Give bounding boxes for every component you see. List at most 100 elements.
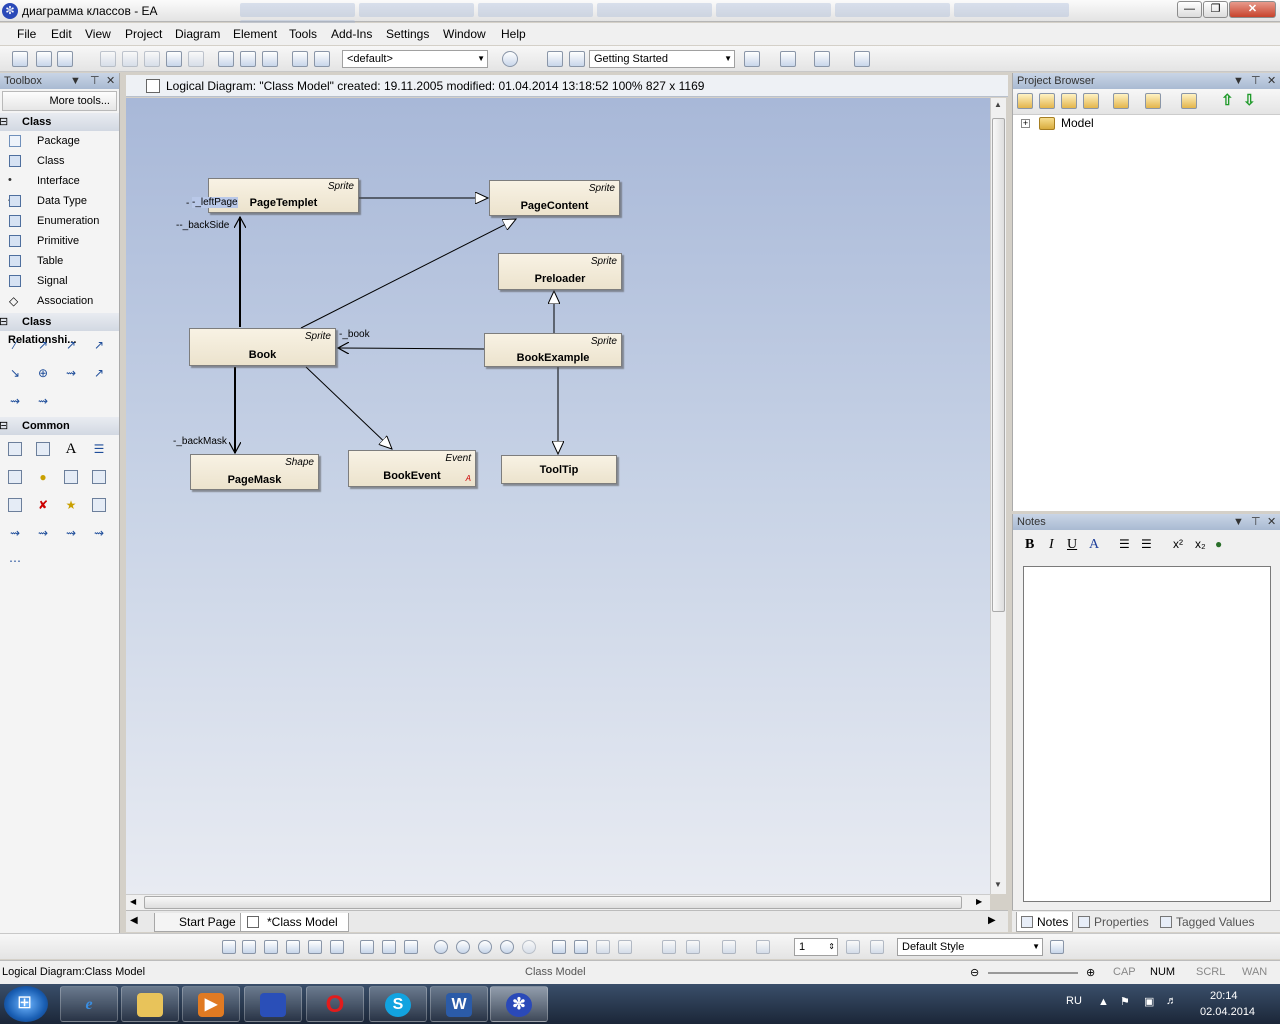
paste-icon[interactable] [144,51,160,67]
superscript-icon[interactable]: x² [1173,537,1183,551]
home-icon[interactable] [404,940,418,954]
information-flow-icon[interactable]: ⇝ [64,526,78,540]
start-button[interactable] [4,986,48,1022]
realize-icon[interactable]: ↘ [8,366,22,380]
document-artifact-icon[interactable] [64,470,78,484]
menu-element[interactable]: Element [233,27,277,41]
taskbar-save-app[interactable] [244,986,302,1022]
zoom-fit-icon[interactable] [478,940,492,954]
pin-icon[interactable]: ⊤ [90,73,100,89]
pin-icon[interactable]: ⊤ [1251,514,1261,530]
toolbox-package[interactable]: Package [0,131,119,151]
tab-tagged-values[interactable]: Tagged Values [1156,912,1255,932]
layout-diagram-icon[interactable] [552,940,566,954]
class-book-event[interactable]: Event BookEvent A [348,450,476,487]
forward-icon[interactable] [382,940,396,954]
diagram-frame-icon[interactable] [8,470,22,484]
redo-icon[interactable] [188,51,204,67]
same-height-icon[interactable] [330,940,344,954]
zoom-100-icon[interactable] [500,940,514,954]
align-left-icon[interactable] [222,940,236,954]
menu-diagram[interactable]: Diagram [175,27,220,41]
constraint-icon[interactable] [36,442,50,456]
menu-help[interactable]: Help [501,27,526,41]
zoom-in-icon[interactable] [434,940,448,954]
volume-icon[interactable]: ♬ [1166,995,1177,1007]
find-in-model-icon[interactable] [1113,93,1129,109]
new-model-icon[interactable] [1017,93,1033,109]
open-project-icon[interactable] [36,51,52,67]
clock-time[interactable]: 20:14 [1210,990,1238,1002]
network-icon[interactable]: ▣ [1144,995,1154,1008]
line-width-spinner[interactable]: 1 ⇕ [794,938,838,956]
hyperlink-icon[interactable]: ● [36,470,50,484]
zoom-in-icon[interactable]: ⊕ [1086,966,1095,979]
class-book-example[interactable]: Sprite BookExample [484,333,622,367]
toolbox-primitive[interactable]: Primitive [0,231,119,251]
relationships-section-header[interactable]: Class Relationshi... [0,313,119,346]
zoom-slider[interactable] [988,972,1078,974]
menu-edit[interactable]: Edit [51,27,72,41]
panel-icon[interactable] [854,51,870,67]
page-icon[interactable] [780,51,796,67]
tab-properties[interactable]: Properties [1074,912,1149,932]
taskbar-internet-explorer[interactable]: e [60,986,118,1022]
menu-view[interactable]: View [85,27,111,41]
association-line-icon[interactable]: ⁄ [8,338,22,352]
close-icon[interactable]: ✕ [1267,73,1276,89]
list-icon[interactable]: ☰ [92,442,106,456]
taskbar-enterprise-architect[interactable]: ✼ [490,986,548,1022]
class-page-mask[interactable]: Shape PageMask [190,454,319,490]
toolbox-signal[interactable]: Signal [0,271,119,291]
close-button[interactable]: ✕ [1229,1,1276,18]
generalization-arrow-icon[interactable]: ↗ [36,338,50,352]
class-section-header[interactable]: Class [0,113,119,131]
toolbox-interface[interactable]: Interface [0,170,119,210]
find-icon[interactable] [218,51,234,67]
close-icon[interactable]: ✕ [106,73,115,89]
underline-icon[interactable]: U [1067,537,1077,553]
get-style-icon[interactable] [870,940,884,954]
style-combo[interactable]: <default> ▼ [342,50,488,68]
cut-icon[interactable] [100,51,116,67]
tab-scroll-left-icon[interactable]: ◀ [130,915,138,926]
expand-icon[interactable]: + [1021,119,1030,128]
align-right-icon[interactable] [242,940,256,954]
numbered-list-icon[interactable]: ☰ [1141,537,1152,551]
image-icon[interactable] [92,498,106,512]
flag-icon[interactable]: ⚑ [1120,995,1130,1008]
language-indicator[interactable]: RU [1066,995,1082,1007]
menu-add-ins[interactable]: Add-Ins [331,27,372,41]
zoom-page-icon[interactable] [522,940,536,954]
taskbar-skype[interactable]: S [369,986,427,1022]
diagram-style-combo[interactable]: Default Style ▼ [897,938,1043,956]
pin-icon[interactable]: ⊤ [1251,73,1261,89]
chevron-down-icon[interactable]: ▼ [70,73,81,89]
diagram-canvas[interactable]: Sprite PageTemplet Sprite PageContent Sp… [126,98,990,894]
menu-settings[interactable]: Settings [386,27,429,41]
class-preloader[interactable]: Sprite Preloader [498,253,622,290]
help-icon[interactable] [502,51,518,67]
toolbox-enumeration[interactable]: Enumeration [0,211,119,231]
menu-file[interactable]: File [17,27,36,41]
zoom-out-icon[interactable]: ⊖ [970,966,979,979]
properties-icon[interactable] [1145,93,1161,109]
scrollbar-thumb[interactable] [992,118,1005,612]
menu-project[interactable]: Project [125,27,162,41]
association-example-book[interactable] [338,348,485,349]
trace-icon[interactable]: ⇝ [8,394,22,408]
note-link-icon[interactable]: ⋯ [8,554,22,568]
text-icon[interactable]: A [64,442,78,457]
tab-start-page[interactable]: Start Page [154,913,247,932]
clock-date[interactable]: 02.04.2014 [1200,1006,1255,1018]
new-project-icon[interactable] [12,51,28,67]
delete-icon[interactable] [618,940,632,954]
aggregation-arrow-icon[interactable]: ↗ [92,338,106,352]
scrollbar-thumb[interactable] [144,896,962,909]
preview-icon[interactable] [314,51,330,67]
class-book[interactable]: Sprite Book [189,328,336,366]
assembly-icon[interactable]: ⊕ [36,366,50,380]
style-edit-icon[interactable] [1050,940,1064,954]
chevron-down-icon[interactable]: ▼ [1233,73,1244,89]
toolbox-class[interactable]: Class [0,151,119,171]
